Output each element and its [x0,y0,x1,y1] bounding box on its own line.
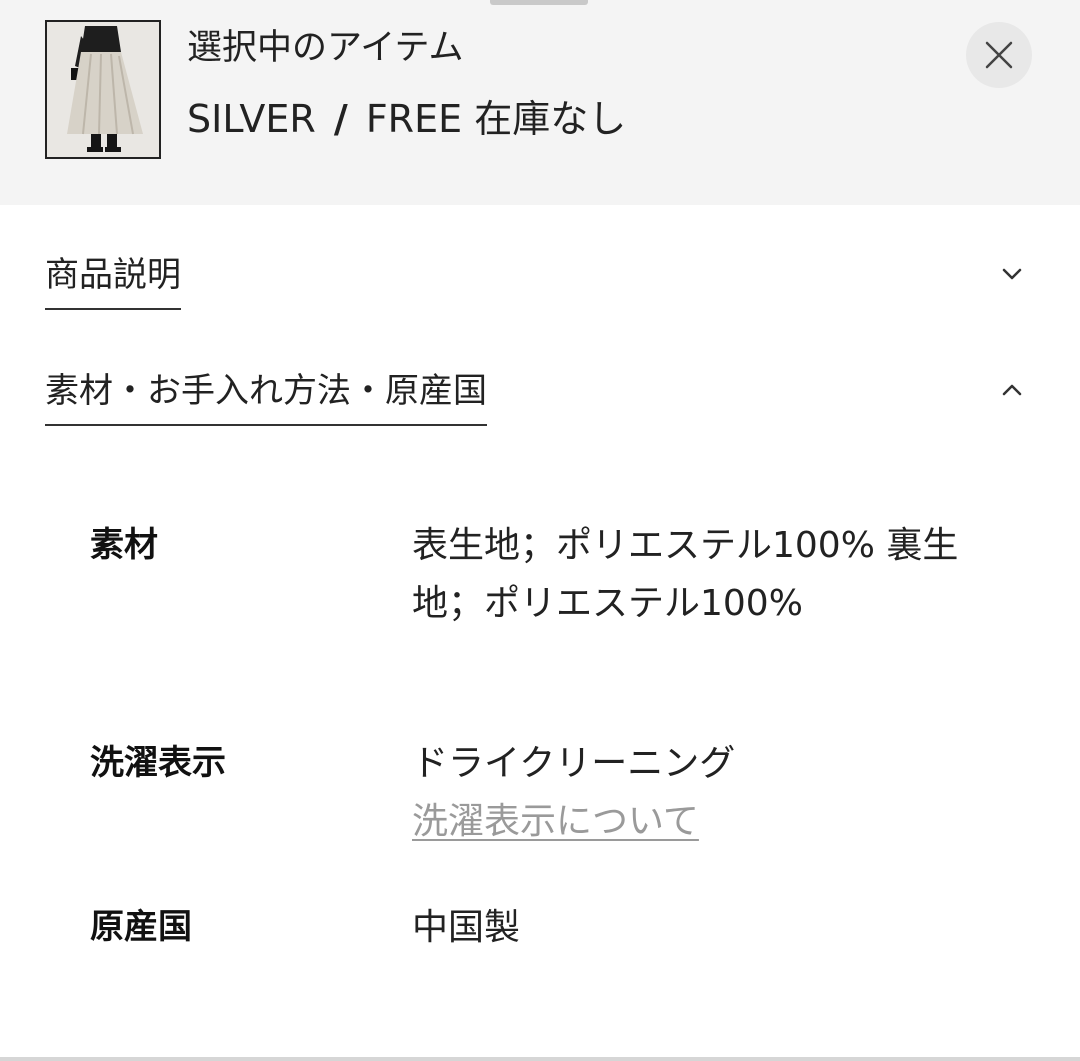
product-detail-sheet: 選択中のアイテム SILVER / FREE 在庫なし 商品説明 素材・お手入れ… [0,0,1080,1061]
selected-item-title: 選択中のアイテム [187,28,464,68]
accordion-product-description[interactable]: 商品説明 [45,252,1035,310]
washing-value: ドライクリーニング [412,743,736,784]
product-thumbnail [45,20,161,159]
accordion-label-material-care-origin: 素材・お手入れ方法・原産国 [45,368,487,426]
variant-color: SILVER [187,97,316,141]
selected-item-bar: 選択中のアイテム SILVER / FREE 在庫なし [0,0,1080,205]
washing-label: 洗濯表示 [90,743,226,783]
material-value: 表生地；ポリエステル100% 裏生地；ポリエステル100% [412,525,959,624]
close-icon [985,41,1013,69]
sheet-grab-handle[interactable] [490,0,588,5]
origin-value: 中国製 [412,907,521,948]
chevron-down-icon [1002,268,1022,280]
variant-separator: / [333,97,348,141]
accordion-material-care-origin[interactable]: 素材・お手入れ方法・原産国 [45,368,1035,426]
washing-symbols-link[interactable]: 洗濯表示について [412,793,1012,851]
origin-label: 原産国 [90,907,192,947]
bottom-divider [0,1057,1080,1061]
variant-size: FREE [365,97,463,141]
chevron-up-icon [1002,384,1022,396]
selected-item-variant: SILVER / FREE 在庫なし [187,94,626,144]
product-thumbnail-image [47,22,159,157]
stock-status: 在庫なし [474,97,627,141]
accordion-label-product-description: 商品説明 [45,252,181,310]
washing-info: ドライクリーニング 洗濯表示について [412,735,1012,851]
close-button[interactable] [966,22,1032,88]
material-label: 素材 [90,525,158,565]
